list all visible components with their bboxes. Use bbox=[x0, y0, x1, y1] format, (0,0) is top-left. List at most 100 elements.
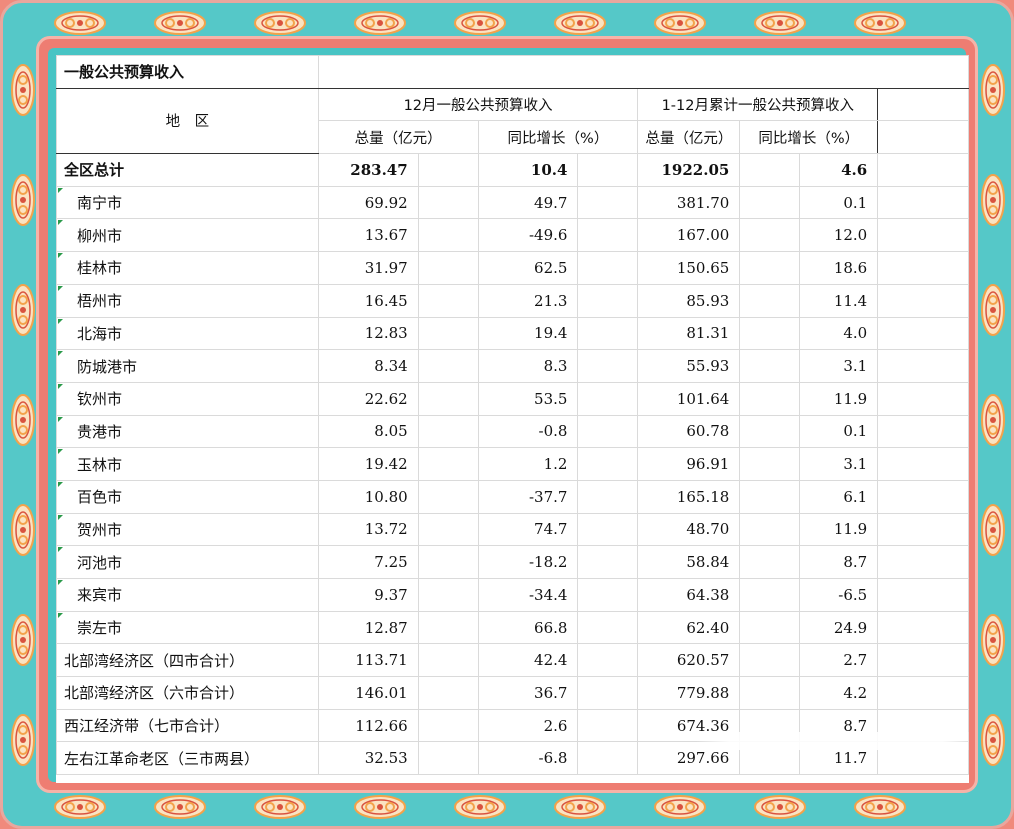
blank-cell bbox=[877, 708, 969, 743]
cum-growth-cell: 4.0 bbox=[799, 316, 879, 351]
total-month-total: 283.47 bbox=[317, 153, 419, 187]
blank-cell bbox=[877, 512, 969, 547]
cum-growth-cell: 0.1 bbox=[799, 414, 879, 449]
ornament-icon bbox=[853, 10, 907, 36]
table-row: 百色市 10.80 -37.7 165.18 6.1 bbox=[56, 479, 969, 514]
cum-total-cell: 297.66 bbox=[637, 741, 741, 776]
budget-table: 一般公共预算收入 地 区 12月一般公共预算收入 1-12月累计一般公共预算收入… bbox=[56, 55, 969, 776]
blank-cell bbox=[877, 578, 969, 612]
cumulative-group-header: 1-12月累计一般公共预算收入 bbox=[637, 87, 879, 122]
blank-cell bbox=[577, 381, 639, 416]
region-name: 贺州市 bbox=[56, 512, 319, 547]
cum-growth-cell: 11.9 bbox=[799, 512, 879, 547]
blank-cell bbox=[739, 578, 801, 612]
region-header: 地 区 bbox=[56, 87, 319, 155]
month-total-cell: 13.67 bbox=[317, 218, 419, 253]
month-total-cell: 8.05 bbox=[317, 414, 419, 449]
blank-cell bbox=[739, 381, 801, 416]
blank-cell bbox=[577, 708, 639, 743]
cum-growth-cell: 8.7 bbox=[799, 708, 879, 743]
cum-growth-cell: 8.7 bbox=[799, 545, 879, 579]
ornament-icon bbox=[9, 613, 35, 667]
blank-cell bbox=[417, 381, 479, 416]
region-name: 钦州市 bbox=[56, 381, 319, 416]
ornament-icon bbox=[979, 283, 1005, 337]
cum-growth-cell: 18.6 bbox=[799, 251, 879, 285]
ornament-icon bbox=[253, 794, 307, 820]
ornament-icon bbox=[653, 794, 707, 820]
cum-growth-cell: 12.0 bbox=[799, 218, 879, 253]
table-row: 玉林市 19.42 1.2 96.91 3.1 bbox=[56, 447, 969, 481]
cum-total-cell: 85.93 bbox=[637, 283, 741, 318]
region-name: 北部湾经济区（四市合计） bbox=[56, 643, 319, 678]
blank-cell bbox=[577, 349, 639, 383]
ornament-icon bbox=[53, 10, 107, 36]
region-name: 玉林市 bbox=[56, 447, 319, 481]
blank-cell bbox=[739, 251, 801, 285]
ornament-icon bbox=[853, 794, 907, 820]
header-blank bbox=[877, 87, 969, 122]
month-growth-cell: 74.7 bbox=[477, 512, 579, 547]
total-row: 全区总计 283.47 10.4 1922.05 4.6 bbox=[56, 153, 969, 187]
ornament-icon bbox=[353, 10, 407, 36]
blank-cell bbox=[417, 512, 479, 547]
month-growth-cell: 42.4 bbox=[477, 643, 579, 678]
blank-cell bbox=[877, 316, 969, 351]
ornament-icon bbox=[653, 10, 707, 36]
blank-cell bbox=[577, 741, 639, 776]
blank-cell bbox=[577, 185, 639, 220]
cum-total-cell: 48.70 bbox=[637, 512, 741, 547]
blank-cell bbox=[739, 643, 801, 678]
blank-cell bbox=[417, 578, 479, 612]
blank-cell bbox=[417, 414, 479, 449]
blank-cell bbox=[417, 283, 479, 318]
region-name: 防城港市 bbox=[56, 349, 319, 383]
blank-cell bbox=[877, 447, 969, 481]
cum-total-cell: 101.64 bbox=[637, 381, 741, 416]
cum-growth-cell: 11.9 bbox=[799, 381, 879, 416]
ornament-icon bbox=[553, 794, 607, 820]
ornament-icon bbox=[979, 393, 1005, 447]
month-growth-cell: 53.5 bbox=[477, 381, 579, 416]
blank-cell bbox=[739, 708, 801, 743]
blank-cell bbox=[417, 708, 479, 743]
blank-cell bbox=[877, 349, 969, 383]
ornament-icon bbox=[553, 10, 607, 36]
ornament-icon bbox=[153, 10, 207, 36]
blank-cell bbox=[877, 479, 969, 514]
month-total-cell: 112.66 bbox=[317, 708, 419, 743]
month-total-cell: 8.34 bbox=[317, 349, 419, 383]
region-name: 柳州市 bbox=[56, 218, 319, 253]
region-name: 北海市 bbox=[56, 316, 319, 351]
table-row: 贺州市 13.72 74.7 48.70 11.9 bbox=[56, 512, 969, 547]
cum-total-cell: 81.31 bbox=[637, 316, 741, 351]
blank-cell bbox=[739, 741, 801, 776]
cum-growth-cell: 3.1 bbox=[799, 447, 879, 481]
month-growth-cell: 8.3 bbox=[477, 349, 579, 383]
blank-cell bbox=[877, 414, 969, 449]
blank-cell bbox=[877, 741, 969, 776]
total-cum-growth: 4.6 bbox=[799, 153, 879, 187]
ornament-icon bbox=[253, 10, 307, 36]
month-total-cell: 31.97 bbox=[317, 251, 419, 285]
blank-cell bbox=[417, 479, 479, 514]
month-growth-cell: 21.3 bbox=[477, 283, 579, 318]
region-name: 河池市 bbox=[56, 545, 319, 579]
month-growth-cell: 2.6 bbox=[477, 708, 579, 743]
cum-growth-cell: 0.1 bbox=[799, 185, 879, 220]
month-total-cell: 69.92 bbox=[317, 185, 419, 220]
region-name: 来宾市 bbox=[56, 578, 319, 612]
month-total-cell: 32.53 bbox=[317, 741, 419, 776]
blank-cell bbox=[417, 643, 479, 678]
region-name: 北部湾经济区（六市合计） bbox=[56, 676, 319, 710]
region-name: 桂林市 bbox=[56, 251, 319, 285]
month-growth-cell: 36.7 bbox=[477, 676, 579, 710]
cum-growth-cell: 4.2 bbox=[799, 676, 879, 710]
blank-cell bbox=[739, 479, 801, 514]
region-name: 百色市 bbox=[56, 479, 319, 514]
blank-cell bbox=[577, 479, 639, 514]
cum-total-cell: 150.65 bbox=[637, 251, 741, 285]
blank-cell bbox=[577, 610, 639, 645]
blank-cell bbox=[739, 676, 801, 710]
table-row: 北部湾经济区（四市合计） 113.71 42.4 620.57 2.7 bbox=[56, 643, 969, 678]
